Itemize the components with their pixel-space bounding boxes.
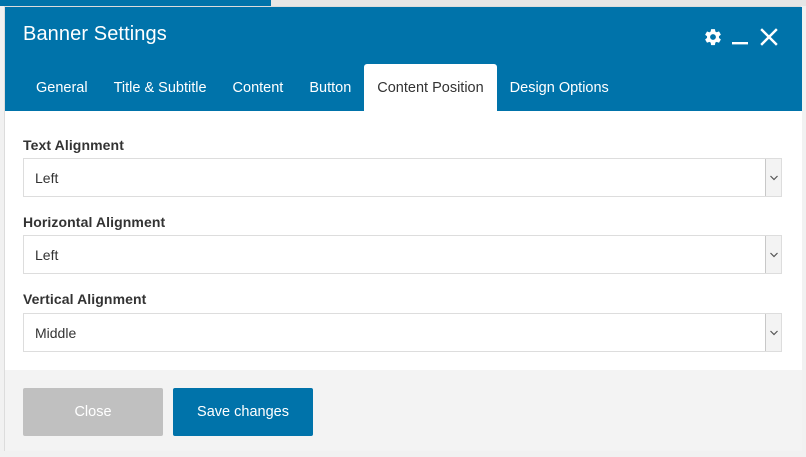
gear-icon[interactable] — [701, 25, 725, 49]
text-alignment-label: Text Alignment — [23, 137, 124, 153]
tab-content-position[interactable]: Content Position — [364, 64, 497, 111]
tab-bar: General Title & Subtitle Content Button … — [23, 64, 622, 111]
text-alignment-value: Left — [35, 169, 59, 186]
vertical-alignment-select[interactable]: Middle — [23, 313, 782, 352]
tab-design-options[interactable]: Design Options — [497, 64, 622, 111]
tab-title-subtitle[interactable]: Title & Subtitle — [101, 64, 220, 111]
modal-body: Text Alignment Left Horizontal Alignment… — [5, 111, 802, 370]
chevron-down-icon — [765, 236, 781, 273]
horizontal-alignment-label: Horizontal Alignment — [23, 214, 166, 230]
modal-title: Banner Settings — [23, 23, 167, 45]
tab-content[interactable]: Content — [220, 64, 297, 111]
tab-general[interactable]: General — [23, 64, 101, 111]
horizontal-alignment-value: Left — [35, 246, 59, 263]
save-changes-button[interactable]: Save changes — [173, 388, 313, 436]
modal-footer: Close Save changes — [5, 370, 802, 451]
vertical-alignment-value: Middle — [35, 324, 77, 341]
text-alignment-select[interactable]: Left — [23, 158, 782, 197]
close-button[interactable]: Close — [23, 388, 163, 436]
banner-settings-modal: Banner Settings General Title & Subtitle… — [4, 6, 802, 451]
modal-header: Banner Settings General Title & Subtitle… — [5, 7, 802, 111]
chevron-down-icon — [765, 159, 781, 196]
chevron-down-icon — [765, 314, 781, 351]
vertical-alignment-label: Vertical Alignment — [23, 291, 147, 307]
close-icon[interactable] — [757, 25, 781, 49]
minimize-icon[interactable] — [728, 25, 752, 49]
horizontal-alignment-select[interactable]: Left — [23, 235, 782, 274]
tab-button[interactable]: Button — [296, 64, 364, 111]
